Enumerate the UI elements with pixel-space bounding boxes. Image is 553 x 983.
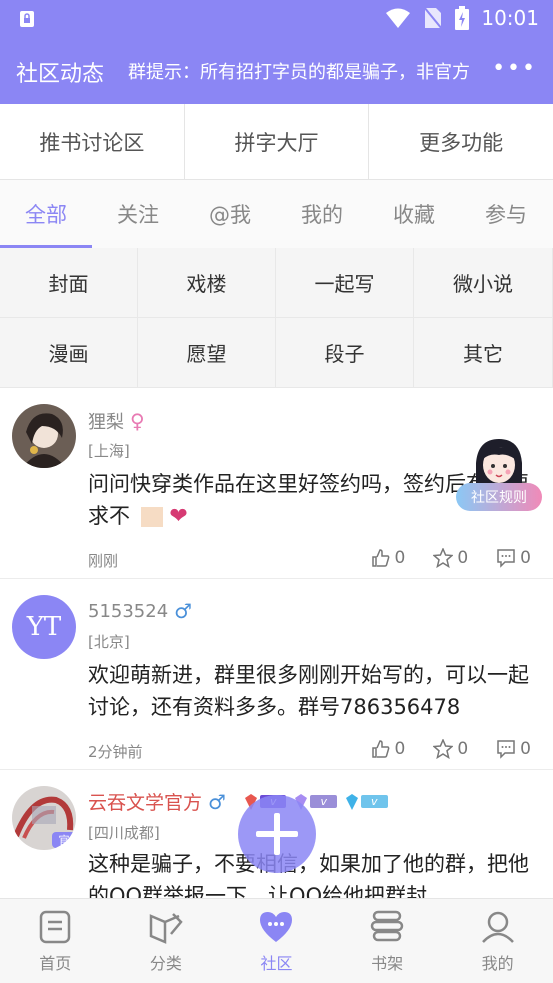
heart-emoji-icon: ❤ bbox=[169, 504, 188, 529]
male-gender-icon: ♂ bbox=[208, 789, 226, 814]
star-icon bbox=[433, 739, 454, 759]
star-count: 0 bbox=[457, 739, 469, 759]
female-gender-icon: ♀ bbox=[130, 409, 145, 433]
filter-tab-joined[interactable]: 参与 bbox=[460, 180, 552, 248]
post-time: 2分钟前 bbox=[88, 743, 143, 761]
vip-diamond-blue-icon: v bbox=[343, 793, 388, 811]
avatar[interactable]: YT bbox=[12, 595, 76, 659]
favorite-button[interactable]: 0 bbox=[433, 548, 468, 568]
avatar[interactable]: 官 bbox=[12, 786, 76, 850]
thumbs-up-icon bbox=[371, 549, 389, 567]
app-bar: 社区动态 群提示：所有招打字员的都是骗子，非官方 ••• bbox=[0, 38, 553, 104]
like-count: 0 bbox=[394, 739, 406, 759]
post-item[interactable]: YT 5153524 ♂ [北京] 欢迎萌新进，群里很多刚刚开始写的，可以一起讨… bbox=[0, 579, 553, 770]
plus-icon bbox=[256, 813, 298, 855]
post-time: 刚刚 bbox=[88, 552, 119, 570]
filter-tab-following[interactable]: 关注 bbox=[92, 180, 184, 248]
user-location: [上海] bbox=[88, 442, 130, 460]
community-heart-icon bbox=[260, 912, 293, 942]
category-cowrite[interactable]: 一起写 bbox=[276, 248, 414, 318]
battery-charging-icon bbox=[455, 6, 470, 30]
avatar[interactable] bbox=[12, 404, 76, 468]
create-post-button[interactable] bbox=[238, 795, 316, 873]
tab-book-discussion[interactable]: 推书讨论区 bbox=[0, 104, 185, 179]
emoji-box-icon bbox=[140, 507, 163, 527]
user-location: [北京] bbox=[88, 633, 130, 651]
lock-notification-icon bbox=[20, 11, 34, 27]
category-comic[interactable]: 漫画 bbox=[0, 318, 138, 388]
nav-home[interactable]: 首页 bbox=[0, 899, 111, 983]
post-text: 欢迎萌新进，群里很多刚刚开始写的，可以一起讨论，还有资料多多。群号7863564… bbox=[88, 663, 529, 719]
category-jokes[interactable]: 段子 bbox=[276, 318, 414, 388]
page-title: 社区动态 bbox=[16, 62, 105, 87]
nav-community[interactable]: 社区 bbox=[221, 899, 332, 983]
official-badge: 官 bbox=[52, 832, 76, 848]
tab-more-features[interactable]: 更多功能 bbox=[369, 104, 553, 179]
username[interactable]: 云吞文学官方 bbox=[88, 788, 202, 815]
filter-tab-all[interactable]: 全部 bbox=[0, 180, 92, 248]
bottom-navigation: 首页 分类 社区 书架 我的 bbox=[0, 898, 553, 983]
male-gender-icon: ♂ bbox=[174, 599, 193, 623]
comment-button[interactable]: 0 bbox=[496, 548, 531, 568]
comment-count: 0 bbox=[520, 548, 531, 568]
category-book-icon bbox=[149, 913, 183, 944]
status-bar: 10:01 bbox=[0, 0, 553, 38]
no-sim-icon bbox=[423, 6, 444, 30]
tab-word-hall[interactable]: 拼字大厅 bbox=[185, 104, 370, 179]
announcement-marquee[interactable]: 群提示：所有招打字员的都是骗子，非官方 bbox=[128, 58, 474, 84]
user-location: [四川成都] bbox=[88, 824, 160, 842]
filter-tabs: 全部 关注 @我 我的 收藏 参与 bbox=[0, 180, 553, 248]
bookshelf-icon bbox=[370, 910, 404, 942]
comment-icon bbox=[497, 549, 515, 568]
category-grid: 封面 戏楼 一起写 微小说 漫画 愿望 段子 其它 bbox=[0, 248, 553, 388]
category-wish[interactable]: 愿望 bbox=[138, 318, 276, 388]
profile-icon bbox=[481, 911, 514, 943]
filter-tab-mentions[interactable]: @我 bbox=[184, 180, 276, 248]
top-tabs: 推书讨论区 拼字大厅 更多功能 bbox=[0, 104, 553, 180]
comment-button[interactable]: 0 bbox=[496, 739, 531, 759]
nav-category[interactable]: 分类 bbox=[111, 899, 222, 983]
category-other[interactable]: 其它 bbox=[414, 318, 553, 388]
category-theater[interactable]: 戏楼 bbox=[138, 248, 276, 318]
community-rules-button[interactable]: 社区规则 bbox=[456, 435, 542, 517]
like-button[interactable]: 0 bbox=[371, 739, 406, 759]
star-icon bbox=[433, 548, 454, 568]
comment-icon bbox=[497, 740, 515, 759]
rules-label: 社区规则 bbox=[456, 483, 542, 511]
star-count: 0 bbox=[457, 548, 469, 568]
like-count: 0 bbox=[394, 548, 406, 568]
category-cover[interactable]: 封面 bbox=[0, 248, 138, 318]
like-button[interactable]: 0 bbox=[371, 548, 406, 568]
more-options-button[interactable]: ••• bbox=[492, 56, 537, 81]
clock: 10:01 bbox=[481, 6, 539, 30]
favorite-button[interactable]: 0 bbox=[433, 739, 468, 759]
comment-count: 0 bbox=[520, 739, 531, 759]
category-micro-novel[interactable]: 微小说 bbox=[414, 248, 553, 318]
nav-bookshelf[interactable]: 书架 bbox=[332, 899, 443, 983]
username[interactable]: 狸梨 bbox=[88, 408, 124, 434]
home-book-icon bbox=[40, 910, 71, 944]
avatar-initials: YT bbox=[26, 612, 62, 642]
nav-profile[interactable]: 我的 bbox=[442, 899, 553, 983]
username[interactable]: 5153524 bbox=[88, 601, 168, 622]
wifi-icon bbox=[386, 8, 411, 28]
filter-tab-mine[interactable]: 我的 bbox=[276, 180, 368, 248]
post-text: 这种是骗子，不要相信，如果加了他的群，把他的QQ群举报一下，让QQ给他把群封 bbox=[88, 852, 529, 898]
thumbs-up-icon bbox=[371, 740, 389, 758]
filter-tab-favorites[interactable]: 收藏 bbox=[368, 180, 460, 248]
